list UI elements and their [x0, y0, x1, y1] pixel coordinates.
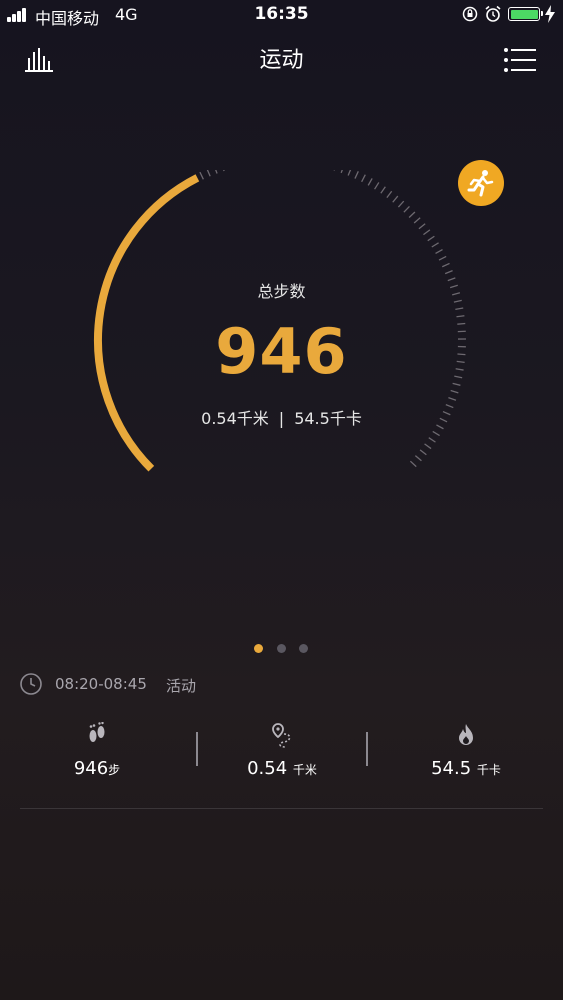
gauge-tick: [431, 242, 439, 248]
gauge-tick: [199, 171, 204, 180]
gauge-tick: [392, 195, 399, 203]
page-indicator[interactable]: [254, 644, 314, 654]
gauge-tick: [435, 248, 443, 255]
gauge-tick: [419, 449, 427, 456]
battery-icon: [508, 7, 543, 21]
stat-steps: 946步: [47, 722, 147, 792]
gauge-tick: [206, 170, 211, 177]
gauge-tick: [448, 397, 457, 401]
gauge-tick: [367, 178, 373, 186]
page-dot[interactable]: [277, 644, 286, 653]
gauge-tick: [403, 205, 410, 213]
page-dot[interactable]: [299, 644, 308, 653]
stat-calories-value: 54.5: [431, 758, 472, 779]
gauge-tick: [380, 186, 386, 194]
gauge-tick: [438, 255, 447, 261]
stat-distance-unit: 千米: [292, 763, 317, 777]
gauge-tick: [455, 307, 464, 311]
gauge-tick: [223, 170, 225, 172]
gauge-tick: [413, 217, 421, 224]
gauge-tick: [418, 223, 426, 230]
status-time: 16:35: [254, 4, 309, 24]
gauge-tick: [340, 170, 343, 174]
charging-bolt-icon: [545, 5, 555, 23]
stat-distance: 0.54 千米: [232, 722, 332, 792]
gauge-tick: [432, 430, 440, 437]
menu-icon[interactable]: [503, 47, 537, 73]
gauge-tick: [386, 190, 393, 199]
page-dot[interactable]: [254, 644, 263, 653]
alarm-icon: [485, 5, 501, 22]
gauge-tick: [215, 170, 218, 174]
rotation-lock-icon: [462, 6, 478, 22]
gauge-tick: [354, 171, 359, 179]
gauge-tick: [397, 200, 405, 208]
divider-line: [20, 808, 543, 809]
total-steps-value: 946: [215, 315, 348, 388]
stat-distance-value: 0.54: [247, 758, 288, 779]
stat-steps-value: 946: [73, 758, 109, 779]
gauge-tick: [450, 389, 459, 394]
gauge-tick: [408, 211, 416, 218]
gauge-tick: [424, 443, 432, 450]
gauge-tick: [444, 270, 453, 275]
gauge-tick: [414, 455, 422, 462]
summary-separator: |: [278, 409, 285, 428]
total-steps-label: 总步数: [257, 282, 306, 301]
gauge-tick: [361, 174, 366, 183]
gauge-tick: [347, 170, 352, 176]
stat-calories-unit: 千卡: [476, 763, 501, 777]
activity-type: 活动: [166, 677, 197, 695]
stat-divider: [196, 732, 198, 766]
activity-time-range: 08:20-08:45: [55, 675, 147, 693]
status-bar: 中国移动 4G 16:35: [0, 0, 563, 30]
gauge-tick: [441, 262, 450, 268]
page-title: 运动: [259, 48, 304, 73]
stat-calories: 54.5 千卡: [416, 722, 516, 792]
battery-level: [510, 9, 538, 19]
stat-divider: [366, 732, 368, 766]
gauge-tick: [428, 437, 436, 443]
distance-summary: 0.54千米: [201, 409, 269, 428]
gauge-tick: [374, 182, 380, 190]
flame-icon: [459, 724, 473, 745]
footprints-icon: [89, 722, 105, 742]
gauge-tick: [409, 460, 417, 468]
stat-steps-unit: 步: [108, 763, 121, 777]
clock-icon: [20, 673, 42, 695]
route-icon: [272, 723, 291, 748]
gauge-tick: [427, 235, 435, 242]
gauge-summary: 0.54千米 | 54.5千卡: [0, 405, 563, 429]
gauge-tick: [423, 229, 431, 236]
calories-summary: 54.5千卡: [294, 409, 362, 428]
